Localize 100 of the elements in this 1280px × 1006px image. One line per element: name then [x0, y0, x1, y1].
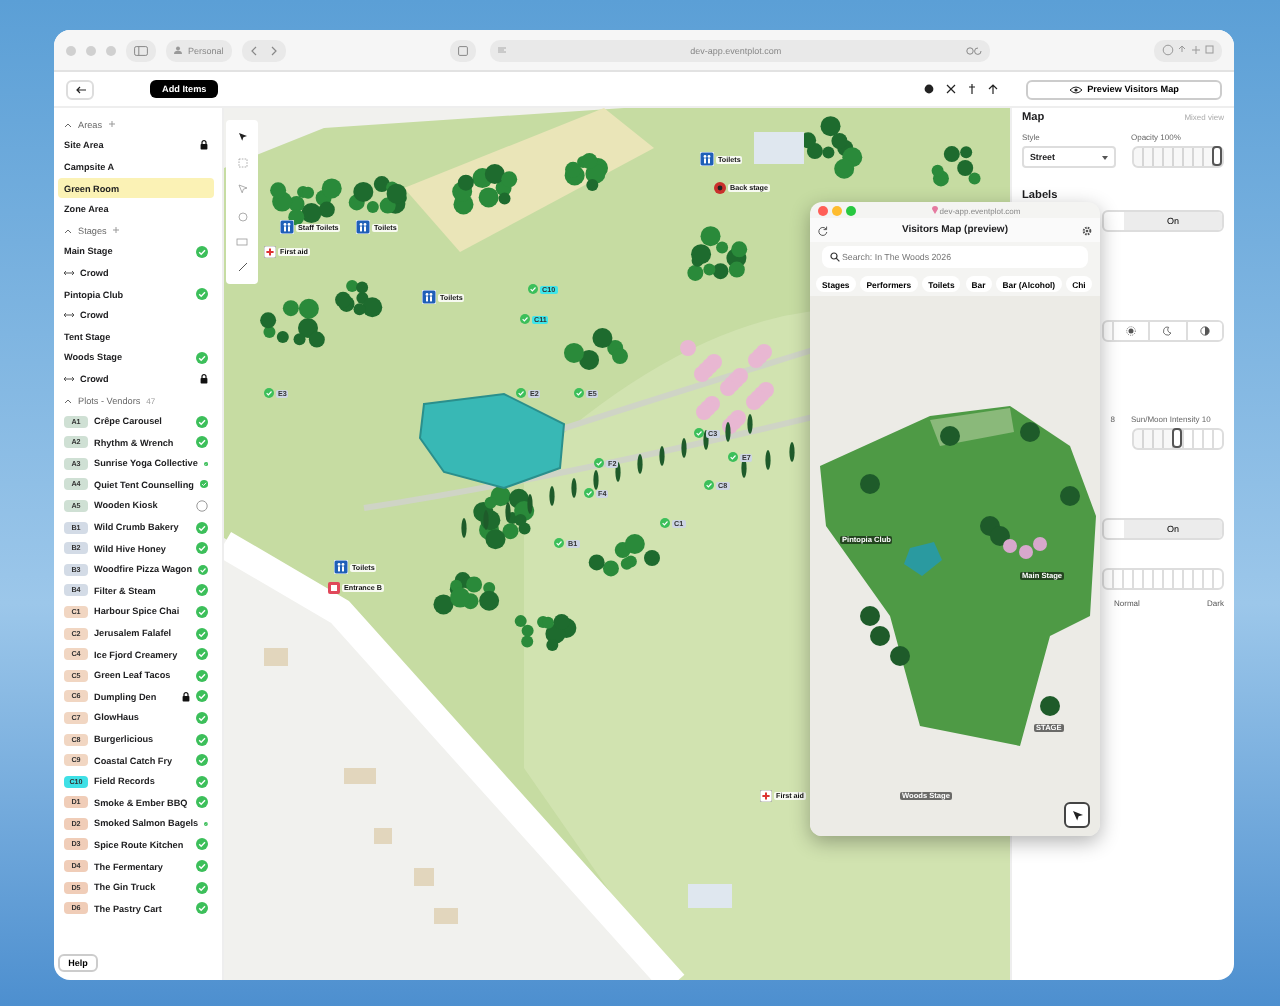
toolbar-icons-drawing	[1162, 44, 1215, 56]
building	[374, 828, 392, 844]
back-button[interactable]	[66, 79, 94, 99]
check-icon	[574, 388, 584, 398]
settings-icon[interactable]	[1081, 225, 1092, 235]
slider-thumb[interactable]	[1172, 428, 1183, 448]
slider[interactable]	[1131, 428, 1224, 450]
link-icon	[64, 312, 74, 319]
check-icon[interactable]	[196, 436, 208, 449]
dashed-square-icon[interactable]	[237, 158, 247, 169]
check-icon[interactable]	[196, 288, 208, 301]
line-icon[interactable]	[237, 261, 247, 272]
check-icon	[584, 488, 594, 498]
sidebar-toggle-button[interactable]	[126, 39, 156, 61]
check-icon[interactable]	[196, 415, 208, 428]
tab-overview-button[interactable]	[449, 39, 476, 61]
stage-icon	[714, 182, 726, 194]
gate-icon	[328, 582, 340, 594]
building	[434, 908, 458, 924]
check-icon[interactable]	[196, 775, 208, 788]
toilet-icon	[422, 290, 436, 304]
check-icon[interactable]	[196, 627, 208, 640]
tree-cluster	[335, 280, 383, 318]
window-minimize-button[interactable]	[86, 45, 96, 55]
locate-button[interactable]	[1064, 802, 1090, 828]
scale-track[interactable]	[1102, 568, 1224, 590]
first-aid-icon	[760, 790, 772, 802]
check-icon[interactable]	[196, 754, 208, 767]
browser-actions[interactable]	[1154, 39, 1223, 61]
tree-cluster	[514, 613, 577, 651]
tree-cluster	[348, 176, 407, 214]
check-icon[interactable]	[196, 733, 208, 746]
check-icon	[528, 284, 538, 294]
check-icon[interactable]	[196, 860, 208, 873]
check-icon[interactable]	[196, 542, 208, 555]
toilet-icon	[280, 220, 294, 234]
check-icon	[264, 388, 274, 398]
check-icon[interactable]	[196, 711, 208, 724]
link-icon	[64, 269, 74, 276]
toilet-icon	[334, 560, 348, 574]
building	[688, 884, 732, 908]
eye-icon	[1069, 85, 1082, 93]
check-icon[interactable]	[196, 605, 208, 618]
arrow-left-icon	[75, 85, 85, 93]
plus-icon[interactable]	[108, 120, 117, 129]
check-icon[interactable]	[198, 563, 208, 576]
window-minimize-button[interactable]	[832, 205, 842, 215]
tree-cluster	[588, 534, 660, 577]
window-close-button[interactable]	[66, 45, 76, 55]
check-icon	[694, 428, 704, 438]
check-icon[interactable]	[196, 690, 208, 703]
window-zoom-button[interactable]	[846, 205, 856, 215]
caret-icon	[1101, 155, 1107, 159]
search-icon	[830, 252, 840, 262]
tree-cluster	[687, 226, 748, 281]
check-icon	[704, 480, 714, 490]
sun-icon	[1126, 326, 1137, 336]
back-forward-button[interactable]	[241, 39, 286, 61]
plus-icon[interactable]	[112, 226, 121, 235]
pointer-icon[interactable]	[237, 132, 247, 143]
check-icon	[520, 314, 530, 324]
contrast-icon	[1199, 326, 1210, 336]
checkbox-icon[interactable]	[196, 499, 208, 512]
check-icon[interactable]	[196, 351, 208, 364]
slider-thumb[interactable]	[1212, 146, 1222, 166]
building	[264, 648, 288, 666]
tree-cluster	[260, 298, 325, 348]
check-icon[interactable]	[196, 838, 208, 851]
check-icon	[660, 518, 670, 528]
toilet-icon	[356, 220, 370, 234]
check-icon[interactable]	[196, 902, 208, 915]
theme-option[interactable]	[1185, 322, 1222, 340]
window-zoom-button[interactable]	[106, 45, 116, 55]
reload-icon[interactable]	[965, 45, 982, 55]
window-close-button[interactable]	[818, 205, 828, 215]
building	[344, 768, 376, 784]
sidebar-icon	[134, 45, 148, 55]
check-icon[interactable]	[196, 245, 208, 258]
check-icon[interactable]	[196, 881, 208, 894]
square-icon	[457, 45, 468, 55]
blossom-tree-cluster	[680, 340, 774, 434]
check-icon[interactable]	[199, 478, 208, 491]
slider[interactable]	[1131, 146, 1224, 168]
check-icon[interactable]	[196, 796, 208, 809]
toilet-icon	[700, 152, 714, 166]
tree-cluster	[931, 146, 981, 187]
tree-cluster	[564, 153, 608, 191]
check-icon[interactable]	[196, 669, 208, 682]
moon-icon	[1162, 326, 1173, 336]
check-icon[interactable]	[196, 521, 208, 534]
rectangle-icon[interactable]	[236, 237, 248, 246]
check-icon[interactable]	[196, 584, 208, 597]
building	[414, 868, 434, 886]
dot-icon[interactable]	[924, 84, 934, 94]
check-icon	[728, 452, 738, 462]
refresh-icon[interactable]	[818, 225, 828, 235]
tree-cluster	[433, 572, 500, 615]
up-arrow-icon[interactable]	[988, 84, 998, 94]
first-aid-icon	[264, 246, 276, 258]
check-icon[interactable]	[196, 648, 208, 661]
